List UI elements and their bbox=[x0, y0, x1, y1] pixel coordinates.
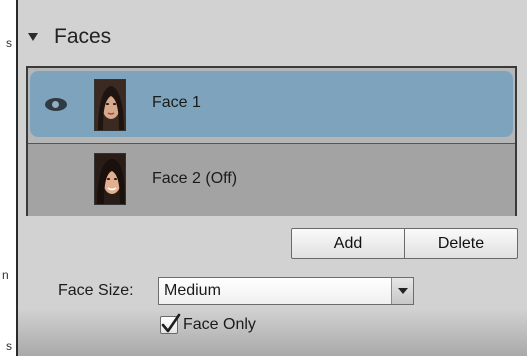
face-thumbnail bbox=[94, 153, 126, 205]
face-label: Face 1 bbox=[152, 94, 201, 111]
edge-text-fragment: s bbox=[6, 36, 12, 50]
edge-text-fragment: s bbox=[6, 339, 12, 353]
face-list: Face 1 Face 2 (Off) bbox=[26, 66, 517, 216]
faces-panel: Faces Face 1 Face 2 (Off) Add Delete Fac… bbox=[16, 0, 527, 356]
face-only-label: Face Only bbox=[183, 316, 256, 333]
face-only-option[interactable]: Face Only bbox=[160, 313, 256, 334]
face-size-value: Medium bbox=[164, 282, 221, 299]
face-list-item[interactable]: Face 1 bbox=[28, 68, 515, 141]
panel-title: Faces bbox=[54, 25, 112, 48]
edge-text-fragment: n bbox=[2, 268, 9, 282]
disclosure-triangle-down-icon[interactable] bbox=[28, 33, 38, 41]
face-size-select[interactable]: Medium bbox=[158, 277, 414, 305]
panel-bottom-shade bbox=[18, 308, 527, 356]
delete-button[interactable]: Delete bbox=[404, 229, 517, 258]
face-size-label: Face Size: bbox=[58, 282, 134, 299]
face-list-item[interactable]: Face 2 (Off) bbox=[28, 143, 515, 216]
face-only-checkbox[interactable] bbox=[160, 313, 181, 334]
face-label: Face 2 (Off) bbox=[152, 170, 238, 187]
face-thumbnail bbox=[94, 79, 126, 131]
panel-header[interactable]: Faces bbox=[28, 24, 111, 50]
add-delete-button-group: Add Delete bbox=[291, 228, 518, 259]
checkmark-icon bbox=[161, 313, 181, 333]
add-button[interactable]: Add bbox=[292, 229, 404, 258]
chevron-down-icon[interactable] bbox=[391, 278, 413, 304]
eye-icon[interactable] bbox=[45, 98, 67, 111]
